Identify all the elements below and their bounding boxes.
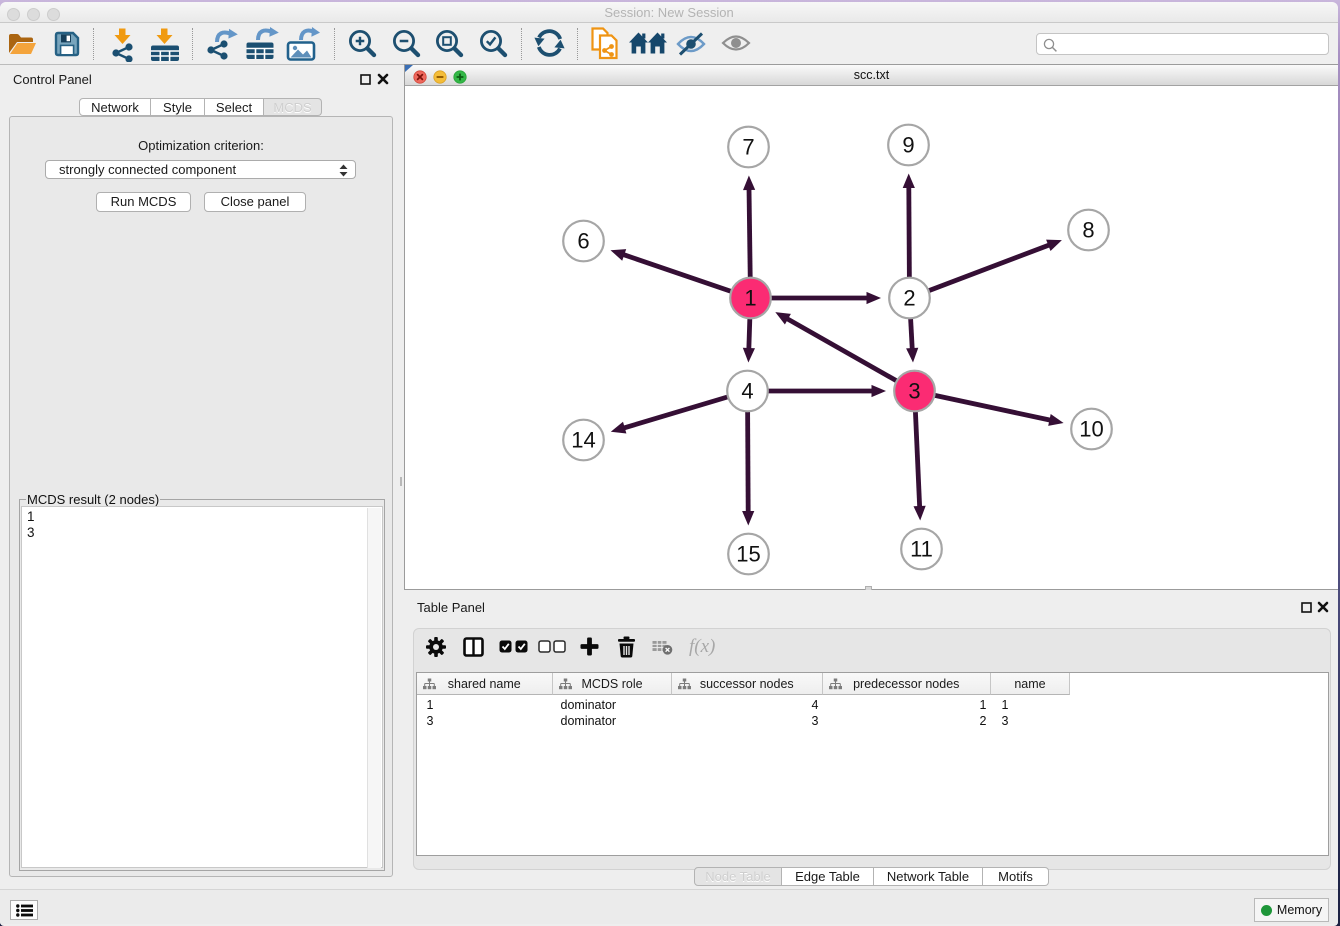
- svg-text:6: 6: [577, 229, 589, 254]
- svg-text:10: 10: [1079, 417, 1103, 442]
- svg-text:14: 14: [571, 428, 595, 453]
- svg-text:8: 8: [1082, 218, 1094, 243]
- svg-text:15: 15: [736, 542, 760, 567]
- svg-text:9: 9: [902, 133, 914, 158]
- svg-text:1: 1: [744, 286, 756, 311]
- svg-text:3: 3: [908, 379, 920, 404]
- svg-text:7: 7: [742, 135, 754, 160]
- svg-text:4: 4: [741, 379, 753, 404]
- svg-text:2: 2: [903, 286, 915, 311]
- svg-text:11: 11: [910, 537, 933, 562]
